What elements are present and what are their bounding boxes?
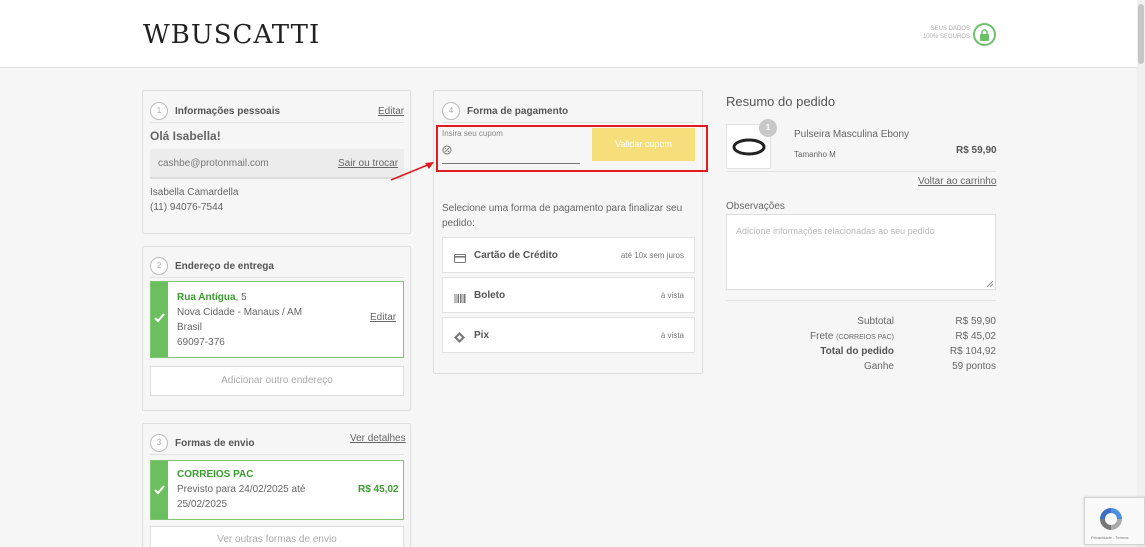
selected-address[interactable]: Rua Antígua, 5 Nova Cidade - Manaus / AM… (150, 281, 404, 358)
product-price: R$ 59,90 (956, 145, 997, 156)
observations-label: Observações (726, 201, 785, 212)
customer-phone: (11) 94076-7544 (150, 202, 224, 213)
divider (150, 277, 404, 278)
total-row: Total do pedido R$ 104,92 (820, 346, 996, 357)
scrollbar[interactable] (1137, 0, 1145, 547)
credit-card-icon (454, 250, 466, 268)
address-zip: 69097-376 (177, 337, 225, 348)
divider (726, 300, 996, 301)
email-text: cashbe@protonmail.com (158, 158, 269, 169)
check-icon (154, 485, 165, 495)
recaptcha-icon (1100, 508, 1122, 530)
payment-option-credit[interactable]: Cartão de Crédito até 10x sem juros (442, 237, 695, 273)
shipping-eta-end: 25/02/2025 (177, 499, 228, 510)
shipping-title: Formas de envio (175, 438, 255, 449)
shipping-details-link[interactable]: Ver detalhes (350, 433, 406, 444)
points-row: Ganhe 59 pontos (863, 361, 996, 372)
address-country: Brasil (177, 322, 203, 333)
step-number: 3 (150, 434, 168, 452)
divider (726, 171, 996, 172)
address-city: Nova Cidade - Manaus / AM (177, 307, 303, 318)
recaptcha-badge[interactable]: Privacidade - Termos (1084, 497, 1145, 545)
scrollbar-thumb[interactable] (1138, 4, 1144, 64)
check-strip (151, 461, 168, 519)
resize-handle-icon[interactable] (987, 281, 993, 287)
lock-icon (973, 23, 996, 46)
shipping-price: R$ 45,02 (358, 484, 399, 495)
header: WBUSCATTI SEUS DADOS 100% SEGUROS (0, 0, 1137, 68)
divider (150, 454, 404, 455)
barcode-icon (454, 290, 466, 308)
observations-textarea[interactable]: Adicione informações relacionadas ao seu… (726, 214, 996, 290)
product-size: Tamanho M (794, 150, 836, 159)
step-number: 1 (150, 102, 168, 120)
shipping-eta: Previsto para 24/02/2025 até (177, 484, 306, 495)
product-name: Pulseira Masculina Ebony (794, 129, 910, 140)
payment-instruction: Selecione uma forma de pagamento para fi… (442, 203, 683, 229)
payment-title: Forma de pagamento (467, 106, 569, 117)
subtotal-row: Subtotal R$ 59,90 (857, 316, 996, 327)
edit-address-link[interactable]: Editar (370, 312, 396, 323)
highlight-box (436, 125, 708, 172)
other-shipping-button[interactable]: Ver outras formas de envio (150, 526, 404, 547)
shipping-carrier: CORREIOS PAC (177, 469, 254, 480)
greeting: Olá Isabella! (150, 129, 221, 143)
arrow-annotation (390, 162, 434, 181)
pix-icon (454, 330, 465, 348)
customer-name: Isabella Camardella (150, 187, 239, 198)
email-box: cashbe@protonmail.com Sair ou trocar (150, 149, 404, 179)
store-logo[interactable]: WBUSCATTI (143, 20, 320, 50)
edit-personal-link[interactable]: Editar (378, 106, 404, 117)
observations-placeholder: Adicione informações relacionadas ao seu… (736, 226, 935, 236)
check-strip (151, 282, 168, 357)
check-icon (154, 313, 165, 323)
summary-title: Resumo do pedido (726, 94, 836, 109)
payment-option-pix[interactable]: Pix à vista (442, 317, 695, 353)
payment-option-boleto[interactable]: Boleto à vista (442, 277, 695, 313)
divider (442, 122, 695, 123)
step-number: 4 (442, 102, 460, 120)
address-title: Endereço de entrega (175, 261, 274, 272)
step-number: 2 (150, 257, 168, 275)
frete-row: Frete (CORREIOS PAC) R$ 45,02 (810, 331, 996, 342)
secure-badge-text: SEUS DADOS 100% SEGUROS (922, 26, 970, 40)
divider (150, 122, 404, 123)
personal-info-title: Informações pessoais (175, 106, 281, 117)
selected-shipping[interactable]: CORREIOS PAC Previsto para 24/02/2025 at… (150, 460, 404, 520)
add-address-button[interactable]: Adicionar outro endereço (150, 366, 404, 396)
back-to-cart-link[interactable]: Voltar ao carrinho (918, 176, 996, 187)
recaptcha-footer[interactable]: Privacidade - Termos (1091, 535, 1129, 540)
quantity-badge: 1 (759, 119, 777, 137)
address-street-line: Rua Antígua, 5 (177, 292, 247, 303)
